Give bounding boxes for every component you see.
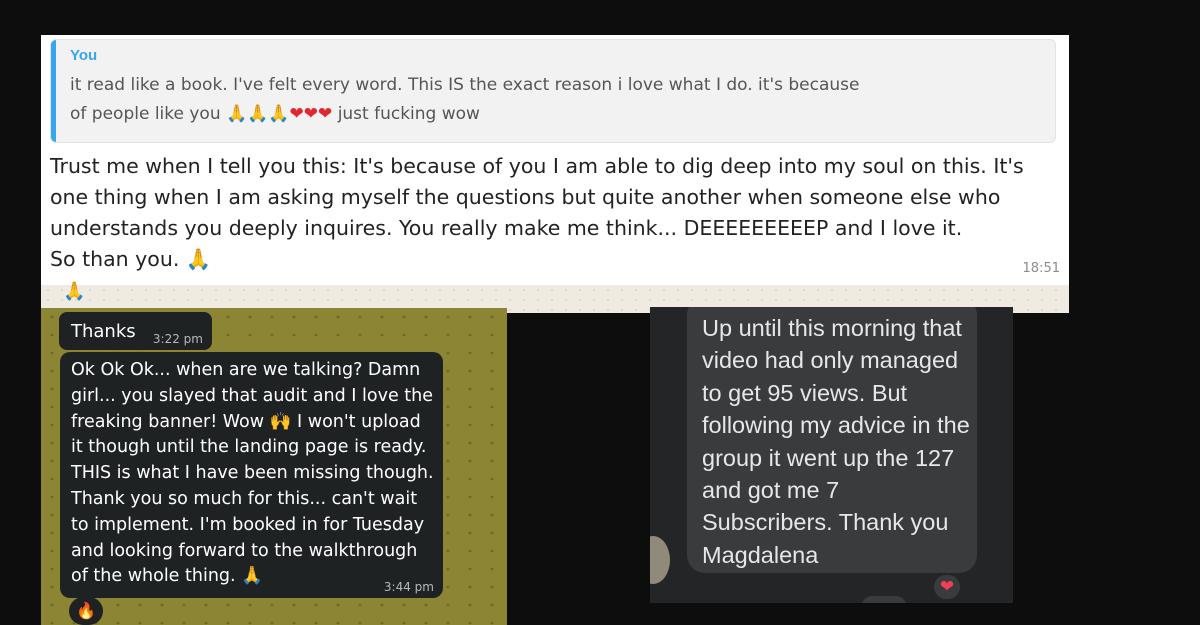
dark-chat-card: Thanks 3:22 pm Ok Ok Ok... when are we t… [41, 308, 507, 625]
comment-text: Up until this morning that video had onl… [702, 315, 970, 568]
reaction-pill [862, 596, 906, 603]
message-bubble-thanks[interactable]: Thanks 3:22 pm [59, 312, 212, 350]
whatsapp-message-card: You it read like a book. I've felt every… [41, 35, 1069, 313]
message-timestamp: 18:51 [1022, 261, 1060, 276]
quoted-reply[interactable]: You it read like a book. I've felt every… [50, 39, 1056, 143]
message-text-part-2: I won't upload it though until the landi… [71, 411, 434, 587]
reaction-heart-icon[interactable]: ❤ [934, 575, 960, 599]
facebook-comment-card: Up until this morning that video had onl… [650, 307, 1013, 603]
message-timestamp: 3:22 pm [152, 332, 203, 346]
praying-hands-icon: 🙏 [268, 104, 290, 124]
avatar[interactable] [650, 536, 670, 584]
praying-hands-icon: 🙏 [241, 566, 263, 587]
quote-line-2: of people like you [70, 104, 221, 124]
reaction-fire-icon[interactable]: 🔥 [69, 597, 103, 625]
message-text: Trust me when I tell you this: It's beca… [50, 151, 1050, 275]
praying-hands-icon: 🙏 [247, 104, 269, 124]
praying-hands-icon: 🙏 [226, 104, 248, 124]
message-closing: So than you. [50, 247, 180, 271]
heart-icon: ❤ [289, 104, 304, 124]
quote-accent-bar [51, 40, 56, 142]
message-text: Ok Ok Ok... when are we talking? Damn gi… [71, 358, 436, 590]
raised-hands-icon: 🙌 [269, 411, 292, 432]
quote-line-2-suffix: just fucking wow [337, 104, 480, 124]
message-text: Thanks [71, 321, 136, 342]
quote-line-1: it read like a book. I've felt every wor… [70, 75, 860, 95]
message-bubble-long[interactable]: Ok Ok Ok... when are we talking? Damn gi… [60, 352, 443, 598]
quote-text: it read like a book. I've felt every wor… [70, 71, 900, 129]
comment-bubble[interactable]: Up until this morning that video had onl… [687, 307, 977, 573]
quote-author: You [70, 47, 98, 64]
message-body: Trust me when I tell you this: It's beca… [50, 154, 1024, 240]
heart-icon: ❤ [318, 104, 333, 124]
praying-hands-icon: 🙏 [185, 247, 212, 271]
message-timestamp: 3:44 pm [383, 580, 434, 594]
heart-icon: ❤ [303, 104, 319, 124]
reaction-praying-hands-icon[interactable]: 🙏 [63, 281, 85, 302]
